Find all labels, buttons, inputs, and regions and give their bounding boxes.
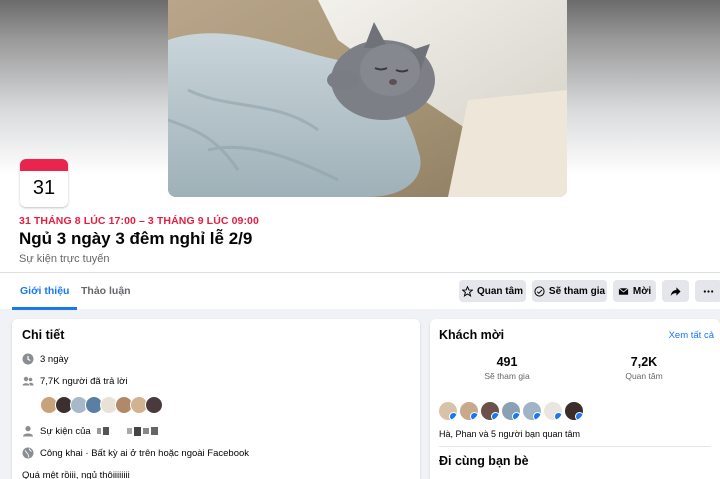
going-button[interactable]: Sẽ tham gia xyxy=(532,280,607,302)
friend-avatar[interactable] xyxy=(522,401,542,421)
guests-heading: Khách mời xyxy=(439,328,505,342)
globe-icon xyxy=(22,447,34,459)
people-icon xyxy=(22,376,34,386)
guests-card: Khách mời Xem tất cả 491 Sẽ tham gia 7,2… xyxy=(430,319,720,479)
duration-row: 3 ngày xyxy=(22,353,69,365)
interested-stat[interactable]: 7,2K Quan tâm xyxy=(599,355,689,381)
cat-sleeping-photo xyxy=(168,0,567,197)
friends-interested-text: Hà, Phan và 5 người bạn quan tâm xyxy=(439,429,581,439)
friend-avatar[interactable] xyxy=(501,401,521,421)
description-text: Quá mệt rồiii, ngủ thôiiiiiiii xyxy=(22,470,130,479)
interested-count-label: Quan tâm xyxy=(625,371,663,381)
share-button[interactable] xyxy=(662,280,689,302)
friend-avatar[interactable] xyxy=(564,401,584,421)
host-prefix: Sự kiện của xyxy=(40,425,91,437)
share-icon xyxy=(670,286,681,296)
friend-avatar[interactable] xyxy=(480,401,500,421)
tab-about[interactable]: Giới thiệu xyxy=(11,273,79,310)
friend-avatar[interactable] xyxy=(543,401,563,421)
star-icon xyxy=(461,285,473,297)
going-count: 491 xyxy=(496,355,518,369)
event-tab-bar: Giới thiệu Thảo luận xyxy=(0,272,720,310)
envelope-icon xyxy=(618,287,629,295)
responder-avatars xyxy=(40,396,163,414)
calendar-day: 31 xyxy=(32,177,56,199)
calendar-badge: 31 xyxy=(20,159,68,207)
responded-row[interactable]: 7,7K người đã trả lời xyxy=(22,375,127,387)
friend-avatar[interactable] xyxy=(438,401,458,421)
details-heading: Chi tiết xyxy=(22,328,65,342)
invite-label: Mời xyxy=(632,285,652,297)
more-button[interactable] xyxy=(695,280,720,302)
friend-avatar[interactable] xyxy=(459,401,479,421)
host-row: Sự kiện của xyxy=(22,425,158,437)
duration-text: 3 ngày xyxy=(40,353,69,365)
privacy-row: Công khai · Bất kỳ ai ở trên hoặc ngoài … xyxy=(22,447,249,459)
responded-text: 7,7K người đã trả lời xyxy=(40,375,128,387)
event-date-range: 31 THÁNG 8 LÚC 17:00 – 3 THÁNG 9 LÚC 09:… xyxy=(19,215,259,227)
friends-going-heading: Đi cùng bạn bè xyxy=(439,454,529,468)
responder-avatar[interactable] xyxy=(145,396,163,414)
person-icon xyxy=(23,426,33,437)
cover-photo[interactable] xyxy=(168,0,567,197)
event-type: Sự kiện trực tuyến xyxy=(19,253,110,265)
going-count-label: Sẽ tham gia xyxy=(484,371,530,381)
friend-avatars xyxy=(438,401,584,421)
clock-icon xyxy=(22,353,34,365)
calendar-header xyxy=(20,159,68,171)
interested-count: 7,2K xyxy=(630,355,658,369)
invite-button[interactable]: Mời xyxy=(613,280,656,302)
more-icon xyxy=(703,289,714,293)
going-label: Sẽ tham gia xyxy=(548,285,606,297)
details-card: Chi tiết 3 ngày 7,7K người đã trả lời Sự… xyxy=(12,319,420,479)
section-divider xyxy=(439,446,711,447)
check-circle-icon xyxy=(534,285,545,297)
interested-button[interactable]: Quan tâm xyxy=(459,280,526,302)
see-all-link[interactable]: Xem tất cả xyxy=(669,330,714,341)
privacy-text: Công khai · Bất kỳ ai ở trên hoặc ngoài … xyxy=(40,447,250,459)
interested-label: Quan tâm xyxy=(476,285,524,297)
going-stat[interactable]: 491 Sẽ tham gia xyxy=(462,355,552,381)
event-title: Ngủ 3 ngày 3 đêm nghỉ lễ 2/9 xyxy=(19,229,253,248)
host-name-redacted[interactable] xyxy=(96,426,158,436)
tab-discussion[interactable]: Thảo luận xyxy=(81,273,131,310)
